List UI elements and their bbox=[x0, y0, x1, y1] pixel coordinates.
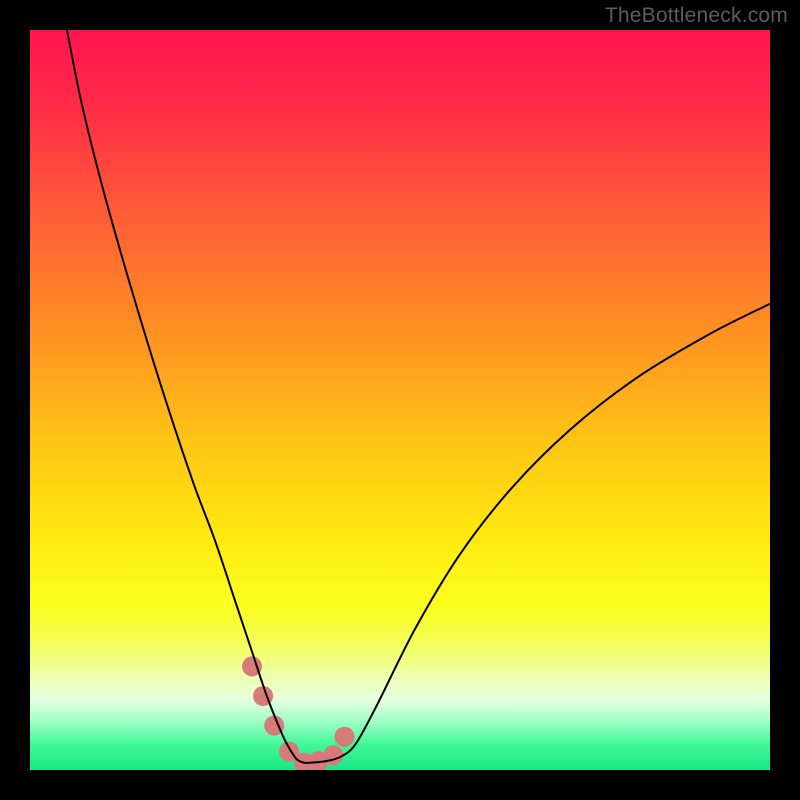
plot-area bbox=[30, 30, 770, 770]
chart-frame: TheBottleneck.com bbox=[0, 0, 800, 800]
marker-point bbox=[323, 745, 343, 765]
marker-point bbox=[335, 727, 355, 747]
watermark-text: TheBottleneck.com bbox=[605, 4, 788, 28]
chart-svg bbox=[30, 30, 770, 770]
